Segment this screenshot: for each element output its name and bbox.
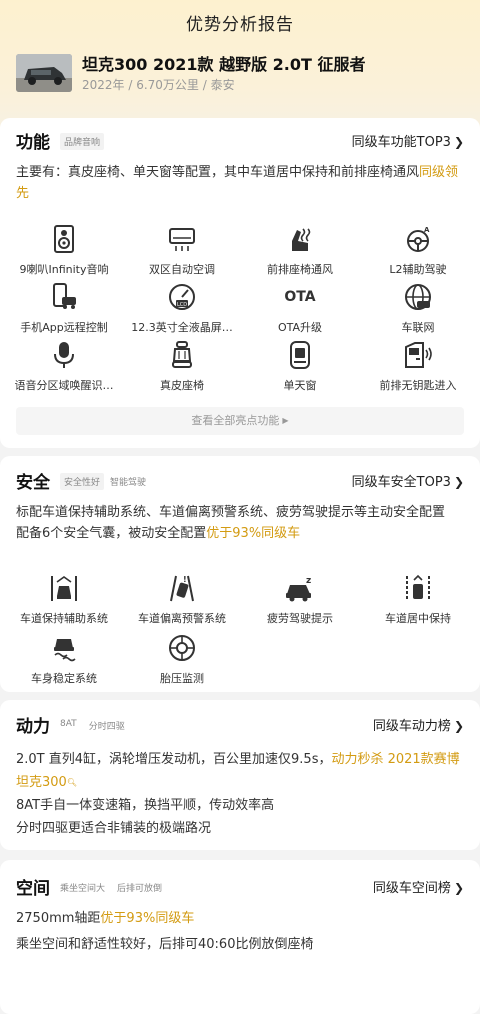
- space-section: 空间 乘坐空间大 后排可放倒 同级车空间榜 ❯ 2750mm轴距优于93%同级车 …: [0, 860, 480, 1014]
- svg-text:!: !: [183, 575, 187, 584]
- chevron-right-icon: ❯: [453, 881, 464, 895]
- feature-item[interactable]: 手机App远程控制: [4, 283, 124, 335]
- chevron-right-icon: ❯: [453, 135, 464, 149]
- seat-ventilation-icon: [292, 228, 311, 251]
- section-title: 安全: [16, 473, 50, 493]
- feature-item[interactable]: 双区自动空调: [122, 225, 242, 277]
- feature-item[interactable]: 真皮座椅: [122, 341, 242, 393]
- sunroof-icon: [290, 341, 310, 369]
- speaker-icon: [54, 225, 74, 253]
- safety-item[interactable]: z 疲劳驾驶提示: [240, 574, 360, 626]
- driver-assist-icon: A: [407, 226, 430, 252]
- feature-item[interactable]: 语音分区域唤醒识…: [4, 341, 124, 393]
- keyless-entry-icon: [405, 342, 432, 368]
- safety-item[interactable]: 车道居中保持: [358, 574, 478, 626]
- search-icon[interactable]: 🔍︎: [67, 778, 77, 787]
- phone-car-icon: [53, 283, 76, 309]
- lcd-gauge-icon: LCD: [169, 284, 195, 310]
- tag: 安全性好: [60, 473, 105, 490]
- car-thumbnail[interactable]: [16, 54, 72, 92]
- feature-item[interactable]: A L2辅助驾驶: [358, 225, 478, 277]
- safety-item[interactable]: 胎压监测: [122, 634, 242, 686]
- stability-icon: [54, 639, 76, 662]
- power-section: 动力 8AT 分时四驱 同级车动力榜 ❯ 2.0T 直列4缸，涡轮增压发动机，百公…: [0, 700, 480, 850]
- svg-text:A: A: [424, 226, 430, 234]
- function-rank-link[interactable]: 同级车功能TOP3 ❯: [352, 131, 464, 150]
- ota-icon: OTA: [284, 289, 316, 305]
- function-description: 主要有：真皮座椅、单天窗等配置，其中车道居中保持和前排座椅通风同级领先: [16, 165, 459, 201]
- feature-item[interactable]: LCD 12.3英寸全液晶屏…: [122, 283, 242, 335]
- safety-rank-link[interactable]: 同级车安全TOP3 ❯: [352, 471, 464, 490]
- tag: 分时四驱: [88, 722, 125, 732]
- section-title: 动力: [16, 717, 50, 737]
- feature-item[interactable]: 前排无钥匙进入: [358, 341, 478, 393]
- lane-departure-icon: !: [170, 575, 194, 602]
- feature-item[interactable]: OTA OTA升级: [240, 283, 360, 335]
- connected-car-icon: [405, 284, 431, 310]
- safety-item[interactable]: ! 车道偏离预警系统: [122, 574, 242, 626]
- tag: 乘坐空间大: [60, 884, 106, 894]
- tag: 智能驾驶: [110, 478, 147, 488]
- tag: 8AT: [60, 719, 77, 729]
- tag: 后排可放倒: [117, 884, 163, 894]
- view-all-features-button[interactable]: 查看全部亮点功能 ▶: [16, 407, 464, 435]
- section-title: 空间: [16, 879, 50, 899]
- feature-item[interactable]: 前排座椅通风: [240, 225, 360, 277]
- page-title: 优势分析报告: [186, 15, 294, 35]
- lane-keep-icon: [51, 576, 77, 601]
- power-rank-link[interactable]: 同级车动力榜 ❯: [373, 715, 464, 734]
- section-title: 功能: [16, 133, 50, 153]
- car-name: 坦克300 2021款 越野版 2.0T 征服者: [82, 55, 366, 74]
- svg-text:LCD: LCD: [177, 302, 187, 308]
- feature-item[interactable]: 单天窗: [240, 341, 360, 393]
- space-rank-link[interactable]: 同级车空间榜 ❯: [373, 877, 464, 896]
- car-meta: 2022年 / 6.70万公里 / 泰安: [82, 78, 235, 92]
- space-description: 2750mm轴距优于93%同级车 乘坐空间和舒适性较好，后排可40:60比例放倒…: [16, 911, 314, 952]
- safety-item[interactable]: 车道保持辅助系统: [4, 574, 124, 626]
- safety-section: 安全 安全性好 智能驾驶 同级车安全TOP3 ❯ 标配车道保持辅助系统、车道偏离预…: [0, 456, 480, 692]
- lane-center-icon: [406, 574, 430, 601]
- chevron-right-icon: ❯: [453, 475, 464, 489]
- microphone-icon: [54, 342, 74, 368]
- fatigue-alert-icon: z: [286, 576, 311, 602]
- feature-item[interactable]: 9喇叭Infinity音响: [4, 225, 124, 277]
- leather-seat-icon: [172, 341, 192, 368]
- air-conditioner-icon: [169, 228, 195, 251]
- triangle-right-icon: ▶: [282, 416, 289, 425]
- power-description: 2.0T 直列4缸，涡轮增压发动机，百公里加速仅9.5s，动力秒杀 2021款赛…: [16, 752, 460, 836]
- tire-pressure-icon: [169, 635, 195, 661]
- tag: 品牌音响: [60, 133, 105, 150]
- chevron-right-icon: ❯: [453, 719, 464, 733]
- safety-description: 标配车道保持辅助系统、车道偏离预警系统、疲劳驾驶提示等主动安全配置 配备6个安全…: [16, 505, 446, 541]
- safety-item[interactable]: 车身稳定系统: [4, 634, 124, 686]
- function-section: 功能 品牌音响 同级车功能TOP3 ❯ 主要有：真皮座椅、单天窗等配置，其中车道居…: [0, 118, 480, 448]
- feature-item[interactable]: 车联网: [358, 283, 478, 335]
- svg-text:z: z: [306, 576, 311, 586]
